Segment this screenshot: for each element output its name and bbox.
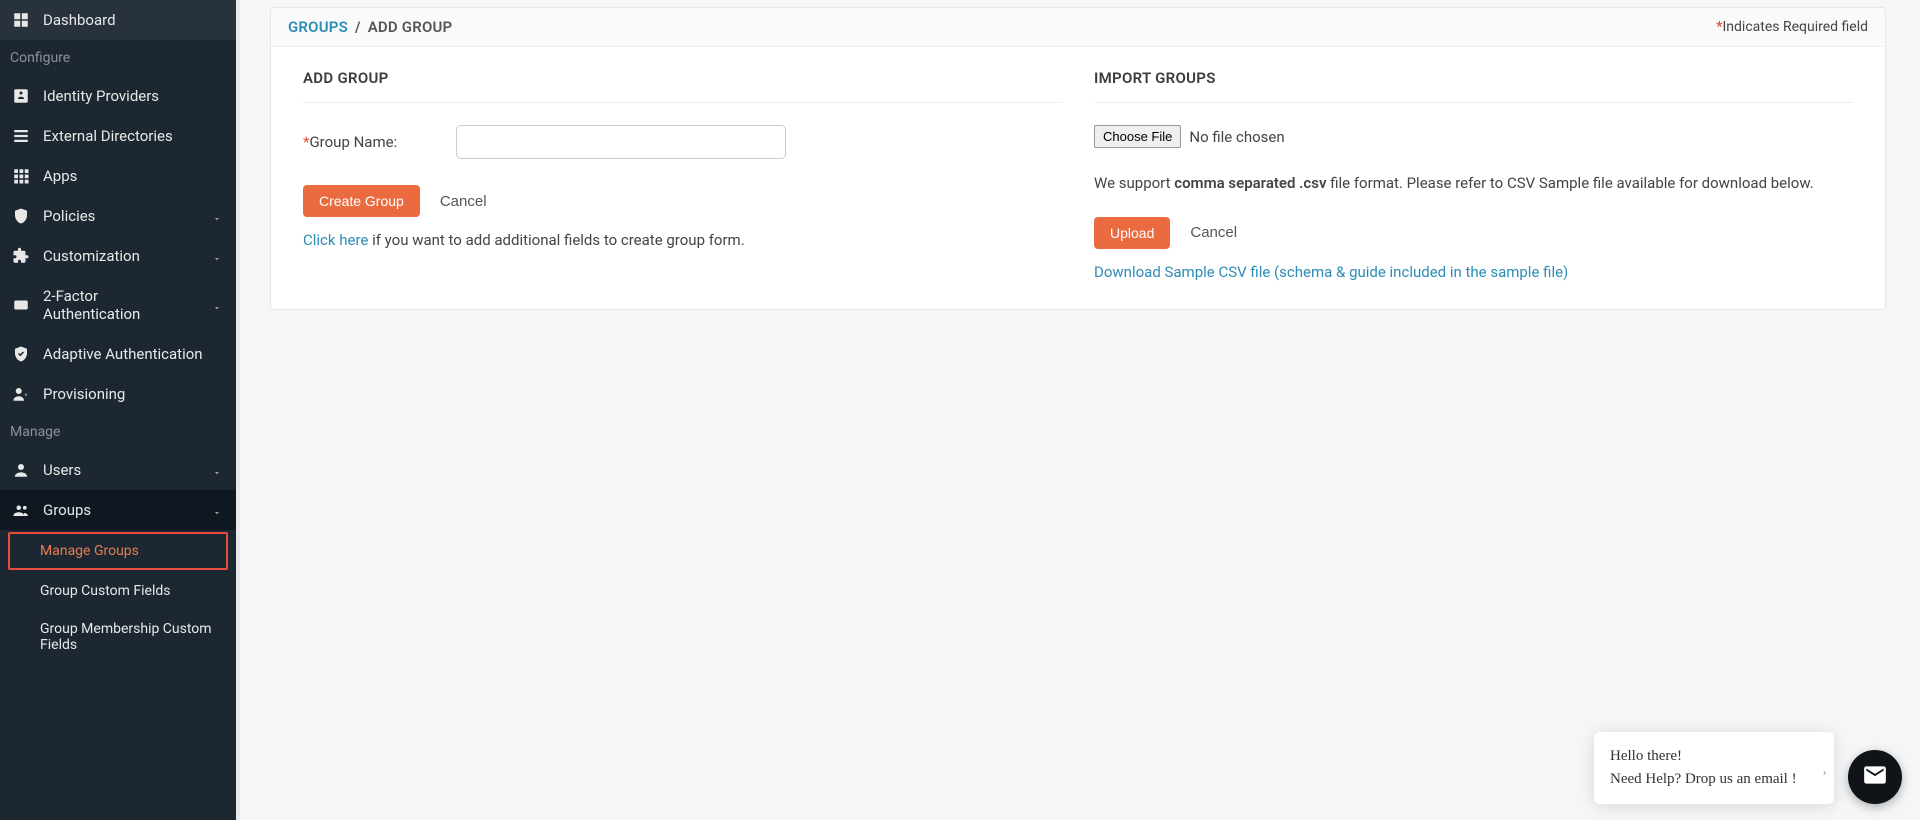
sidebar-item-identity-providers[interactable]: Identity Providers: [0, 76, 236, 116]
required-field-note: *Indicates Required field: [1716, 19, 1868, 35]
sidebar-label: Users: [43, 461, 81, 479]
support-bold: comma separated .csv: [1174, 174, 1326, 192]
breadcrumb-current: ADD GROUP: [368, 18, 453, 36]
sidebar-label: 2-Factor Authentication: [43, 287, 199, 323]
sidebar-item-adaptive-auth[interactable]: Adaptive Authentication: [0, 334, 236, 374]
card-header: GROUPS / ADD GROUP *Indicates Required f…: [271, 8, 1885, 47]
import-groups-title: IMPORT GROUPS: [1094, 69, 1853, 87]
list-icon: [12, 127, 30, 145]
download-sample-csv-link[interactable]: Download Sample CSV file (schema & guide…: [1094, 263, 1853, 281]
dashboard-icon: [12, 11, 30, 29]
user-icon: [12, 461, 30, 479]
sidebar-label: Dashboard: [43, 11, 116, 29]
sidebar-label: Identity Providers: [43, 87, 159, 105]
additional-fields-hint: Click here if you want to add additional…: [303, 231, 1062, 249]
sidebar-subitem-group-membership-custom-fields[interactable]: Group Membership Custom Fields: [0, 610, 236, 664]
sidebar: Dashboard Configure Identity Providers E…: [0, 0, 236, 820]
sidebar-label: Provisioning: [43, 385, 125, 403]
chat-tooltip: Hello there! Need Help? Drop us an email…: [1594, 732, 1834, 804]
group-name-label: *Group Name:: [303, 133, 456, 151]
apps-grid-icon: [12, 167, 30, 185]
click-here-link[interactable]: Click here: [303, 231, 368, 249]
breadcrumb: GROUPS / ADD GROUP: [288, 18, 452, 36]
chat-tooltip-arrow-icon: [1820, 763, 1830, 773]
divider: [1094, 102, 1853, 103]
sidebar-label: Customization: [43, 247, 140, 265]
main-content: GROUPS / ADD GROUP *Indicates Required f…: [236, 0, 1920, 317]
shield-check-icon: [12, 345, 30, 363]
cancel-add-group-button[interactable]: Cancel: [440, 193, 487, 210]
hint-text: if you want to add additional fields to …: [368, 231, 744, 249]
chevron-down-icon: [212, 250, 224, 262]
choose-file-button[interactable]: Choose File: [1094, 125, 1181, 148]
breadcrumb-parent-link[interactable]: GROUPS: [288, 18, 348, 36]
card-body: ADD GROUP *Group Name: Create Group Canc…: [271, 47, 1885, 309]
sidebar-item-two-factor[interactable]: 2-Factor Authentication: [0, 276, 236, 334]
sidebar-label: Groups: [43, 501, 91, 519]
support-pre: We support: [1094, 174, 1174, 192]
sidebar-item-groups[interactable]: Groups: [0, 490, 236, 530]
cancel-import-button[interactable]: Cancel: [1190, 224, 1237, 241]
group-name-label-text: Group Name:: [309, 133, 397, 151]
sidebar-section-configure: Configure: [0, 40, 236, 76]
sidebar-item-apps[interactable]: Apps: [0, 156, 236, 196]
user-sync-icon: [12, 385, 30, 403]
sidebar-section-manage: Manage: [0, 414, 236, 450]
sidebar-label: Apps: [43, 167, 77, 185]
sidebar-item-users[interactable]: Users: [0, 450, 236, 490]
divider: [303, 102, 1062, 103]
add-group-actions: Create Group Cancel: [303, 185, 1062, 217]
sidebar-subitem-group-custom-fields[interactable]: Group Custom Fields: [0, 572, 236, 610]
file-status-text: No file chosen: [1189, 128, 1284, 146]
sidebar-item-customization[interactable]: Customization: [0, 236, 236, 276]
required-note-text: Indicates Required field: [1722, 19, 1868, 35]
breadcrumb-separator: /: [355, 18, 361, 36]
sidebar-label: Adaptive Authentication: [43, 345, 203, 363]
create-group-button[interactable]: Create Group: [303, 185, 420, 217]
group-name-row: *Group Name:: [303, 125, 1062, 159]
sidebar-label: Policies: [43, 207, 95, 225]
sidebar-subitem-manage-groups[interactable]: Manage Groups: [8, 532, 228, 570]
sidebar-item-provisioning[interactable]: Provisioning: [0, 374, 236, 414]
users-group-icon: [12, 501, 30, 519]
chat-launcher-button[interactable]: [1848, 750, 1902, 804]
id-badge-icon: [12, 87, 30, 105]
keypad-icon: [12, 296, 30, 314]
mail-icon: [1862, 762, 1888, 792]
support-post: file format. Please refer to CSV Sample …: [1326, 174, 1813, 192]
sidebar-item-dashboard[interactable]: Dashboard: [0, 0, 236, 40]
sidebar-item-policies[interactable]: Policies: [0, 196, 236, 236]
puzzle-icon: [12, 247, 30, 265]
file-chooser-row: Choose File No file chosen: [1094, 125, 1853, 148]
chat-greeting: Hello there!: [1610, 748, 1810, 765]
sidebar-item-external-directories[interactable]: External Directories: [0, 116, 236, 156]
chevron-down-icon: [212, 299, 224, 311]
csv-support-text: We support comma separated .csv file for…: [1094, 172, 1853, 195]
import-actions: Upload Cancel: [1094, 217, 1853, 249]
chevron-down-icon: [212, 210, 224, 222]
chevron-down-icon: [212, 464, 224, 476]
group-name-input[interactable]: [456, 125, 786, 159]
chat-help-text: Need Help? Drop us an email !: [1610, 771, 1810, 788]
import-groups-panel: IMPORT GROUPS Choose File No file chosen…: [1094, 69, 1853, 281]
chevron-down-icon: [212, 504, 224, 516]
sidebar-label: External Directories: [43, 127, 173, 145]
upload-button[interactable]: Upload: [1094, 217, 1170, 249]
add-group-panel: ADD GROUP *Group Name: Create Group Canc…: [303, 69, 1062, 281]
shield-search-icon: [12, 207, 30, 225]
add-group-title: ADD GROUP: [303, 69, 1062, 87]
content-card: GROUPS / ADD GROUP *Indicates Required f…: [270, 7, 1886, 310]
